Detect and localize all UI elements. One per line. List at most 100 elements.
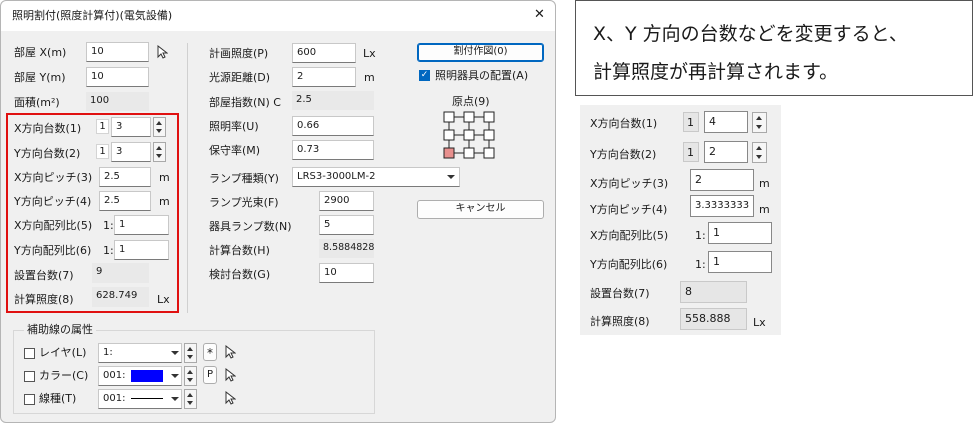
chevron-down-icon[interactable] xyxy=(171,397,179,401)
x-ratio-prefix: 1: xyxy=(103,219,114,232)
color-swatch xyxy=(131,370,163,382)
util-input[interactable]: 0.66 xyxy=(292,116,374,136)
room-y-label: 部屋 Y(m) xyxy=(14,71,66,84)
lighting-layout-dialog: 照明割付(照度計算付)(電気設備) ✕ 部屋 X(m) 10 部屋 Y(m) 1… xyxy=(0,0,556,423)
callout-line-1: X、Y 方向の台数などを変更すると、 xyxy=(593,23,908,45)
lamp-type-select[interactable]: LRS3-3000LM-2 xyxy=(292,167,460,187)
zoom-x-count-num: 1 xyxy=(683,112,699,132)
color-spinner[interactable] xyxy=(184,366,197,386)
lamps-per-label: 器具ランプ数(N) xyxy=(209,220,292,233)
x-pitch-input[interactable]: 2.5 xyxy=(99,167,151,187)
calc-illum-value: 628.749 xyxy=(92,287,149,307)
layout-draw-button[interactable]: 割付作図(0) xyxy=(417,43,544,62)
y-count-num: 1 xyxy=(96,144,109,159)
zoom-x-pitch-label: X方向ピッチ(3) xyxy=(590,177,669,190)
x-ratio-label: X方向配列比(5) xyxy=(14,219,93,232)
y-count-input[interactable]: 3 xyxy=(111,142,151,162)
calc-illum-label: 計算照度(8) xyxy=(14,293,74,306)
total-count-label: 設置台数(7) xyxy=(14,269,74,282)
place-fixtures-checkbox[interactable]: ✓ xyxy=(419,70,430,81)
lamps-per-input[interactable]: 5 xyxy=(319,215,374,235)
zoom-calc-illum-label: 計算照度(8) xyxy=(590,315,650,328)
room-index-label: 部屋指数(N) C xyxy=(209,96,281,109)
calc-count-value: 8.5884828 xyxy=(319,239,374,258)
plan-illum-input[interactable]: 600 xyxy=(292,43,356,63)
maint-input[interactable]: 0.73 xyxy=(292,140,374,160)
y-pitch-input[interactable]: 2.5 xyxy=(99,191,151,211)
zoom-calc-illum-value: 558.888 xyxy=(680,308,747,330)
y-ratio-input[interactable]: 1 xyxy=(114,240,169,260)
layer-label: レイヤ(L) xyxy=(39,346,87,359)
zoom-x-ratio-label: X方向配列比(5) xyxy=(590,229,669,242)
zoom-x-count-input[interactable]: 4 xyxy=(704,111,748,133)
place-fixtures-label: 照明器具の配置(A) xyxy=(435,69,529,82)
util-label: 照明率(U) xyxy=(209,120,259,133)
zoom-total-count-value: 8 xyxy=(680,281,747,303)
x-count-num: 1 xyxy=(96,119,109,134)
zoom-y-ratio-input[interactable]: 1 xyxy=(708,251,772,273)
linetype-select[interactable]: 001: xyxy=(98,389,182,409)
review-count-label: 検討台数(G) xyxy=(209,268,271,281)
zoom-x-ratio-input[interactable]: 1 xyxy=(708,222,772,244)
linetype-spinner[interactable] xyxy=(184,389,197,409)
color-palette-button[interactable]: P xyxy=(203,366,217,384)
zoom-x-ratio-prefix: 1: xyxy=(695,229,706,242)
zoom-y-ratio-prefix: 1: xyxy=(695,258,706,271)
color-checkbox[interactable] xyxy=(24,371,35,382)
dialog-title: 照明割付(照度計算付)(電気設備) xyxy=(12,9,173,22)
cancel-button[interactable]: キャンセル xyxy=(417,200,544,219)
x-pitch-label: X方向ピッチ(3) xyxy=(14,171,93,184)
x-count-input[interactable]: 3 xyxy=(111,117,151,137)
lamp-type-label: ランプ種類(Y) xyxy=(209,172,279,185)
close-icon[interactable]: ✕ xyxy=(534,8,545,22)
layer-checkbox[interactable] xyxy=(24,348,35,359)
area-value: 100 xyxy=(86,92,149,111)
y-count-spinner[interactable] xyxy=(153,142,166,162)
light-dist-input[interactable]: 2 xyxy=(292,67,356,87)
y-ratio-label: Y方向配列比(6) xyxy=(14,244,92,257)
room-x-input[interactable]: 10 xyxy=(86,42,149,62)
x-count-spinner[interactable] xyxy=(153,117,166,137)
total-count-value: 9 xyxy=(92,263,149,283)
layer-all-button[interactable]: * xyxy=(203,343,217,361)
zoom-x-pitch-input[interactable]: 2 xyxy=(690,169,754,191)
color-label: カラー(C) xyxy=(39,369,89,382)
area-label: 面積(m²) xyxy=(14,96,60,109)
zoom-y-count-num: 1 xyxy=(683,142,699,162)
room-x-label: 部屋 X(m) xyxy=(14,46,67,59)
chevron-down-icon[interactable] xyxy=(447,175,455,179)
linetype-preview xyxy=(131,398,163,399)
calc-count-label: 計算台数(H) xyxy=(209,244,270,257)
zoom-y-pitch-input[interactable]: 3.3333333 xyxy=(690,195,754,217)
zoom-y-pitch-unit: m xyxy=(759,203,770,216)
zoom-x-count-label: X方向台数(1) xyxy=(590,117,658,130)
linetype-checkbox[interactable] xyxy=(24,394,35,405)
light-dist-unit: m xyxy=(364,71,375,84)
zoom-y-pitch-label: Y方向ピッチ(4) xyxy=(590,203,668,216)
zoom-x-count-spinner[interactable] xyxy=(752,112,767,133)
lamp-flux-input[interactable]: 2900 xyxy=(319,191,374,211)
chevron-down-icon[interactable] xyxy=(171,374,179,378)
review-count-input[interactable]: 10 xyxy=(319,263,374,283)
light-dist-label: 光源距離(D) xyxy=(209,71,271,84)
lamp-flux-label: ランプ光束(F) xyxy=(209,196,279,209)
zoom-total-count-label: 設置台数(7) xyxy=(590,287,650,300)
zoom-calc-illum-unit: Lx xyxy=(753,316,766,329)
calc-illum-unit: Lx xyxy=(157,293,170,306)
origin-grid-icon[interactable] xyxy=(442,109,498,161)
zoom-y-count-spinner[interactable] xyxy=(752,142,767,163)
linetype-label: 線種(T) xyxy=(39,392,77,405)
chevron-down-icon[interactable] xyxy=(171,351,179,355)
x-ratio-input[interactable]: 1 xyxy=(114,215,169,235)
layer-select[interactable]: 1: xyxy=(98,343,182,363)
zoom-y-count-label: Y方向台数(2) xyxy=(590,148,657,161)
pick-cursor-icon[interactable] xyxy=(224,368,236,382)
pick-cursor-icon[interactable] xyxy=(224,345,236,359)
pick-cursor-icon[interactable] xyxy=(224,391,236,405)
zoom-y-count-input[interactable]: 2 xyxy=(704,141,748,163)
room-y-input[interactable]: 10 xyxy=(86,67,149,87)
aux-group-title: 補助線の属性 xyxy=(24,323,96,337)
pick-cursor-icon[interactable] xyxy=(156,45,168,59)
explanation-callout: X、Y 方向の台数などを変更すると、 計算照度が再計算されます。 xyxy=(575,0,973,96)
layer-spinner[interactable] xyxy=(184,343,197,363)
